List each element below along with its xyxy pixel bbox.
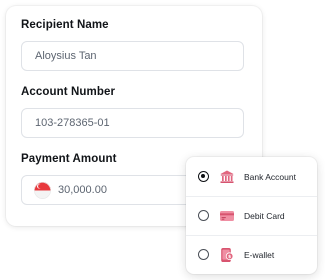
payment-option-e-wallet[interactable]: $ E-wallet xyxy=(186,235,317,274)
radio-unchecked-icon[interactable] xyxy=(198,249,209,260)
payment-method-dropdown: Bank Account Debit Card $ E-wallet xyxy=(186,157,317,274)
payment-option-label: Bank Account xyxy=(244,171,296,182)
singapore-flag-icon xyxy=(34,181,51,199)
account-number-label: Account Number xyxy=(21,86,116,98)
recipient-name-label: Recipient Name xyxy=(21,19,109,31)
svg-text:$: $ xyxy=(228,254,231,260)
payment-option-label: E-wallet xyxy=(244,249,275,260)
radio-checked-icon[interactable] xyxy=(198,171,209,182)
payment-option-bank-account[interactable]: Bank Account xyxy=(186,157,317,196)
recipient-name-field[interactable]: Aloysius Tan xyxy=(21,41,244,71)
account-number-field[interactable]: 103-278365-01 xyxy=(21,108,244,138)
debit-card-icon xyxy=(219,208,235,224)
payment-amount-label: Payment Amount xyxy=(21,153,117,165)
radio-unchecked-icon[interactable] xyxy=(198,210,209,221)
payment-amount-value: 30,000.00 xyxy=(58,184,107,196)
bank-icon xyxy=(219,169,235,185)
recipient-name-value: Aloysius Tan xyxy=(35,50,97,62)
account-number-value: 103-278365-01 xyxy=(35,117,110,129)
payment-option-debit-card[interactable]: Debit Card xyxy=(186,196,317,235)
payment-option-label: Debit Card xyxy=(244,210,285,221)
e-wallet-icon: $ xyxy=(219,247,235,263)
payment-form-screen: Recipient Name Aloysius Tan Account Numb… xyxy=(0,0,325,280)
